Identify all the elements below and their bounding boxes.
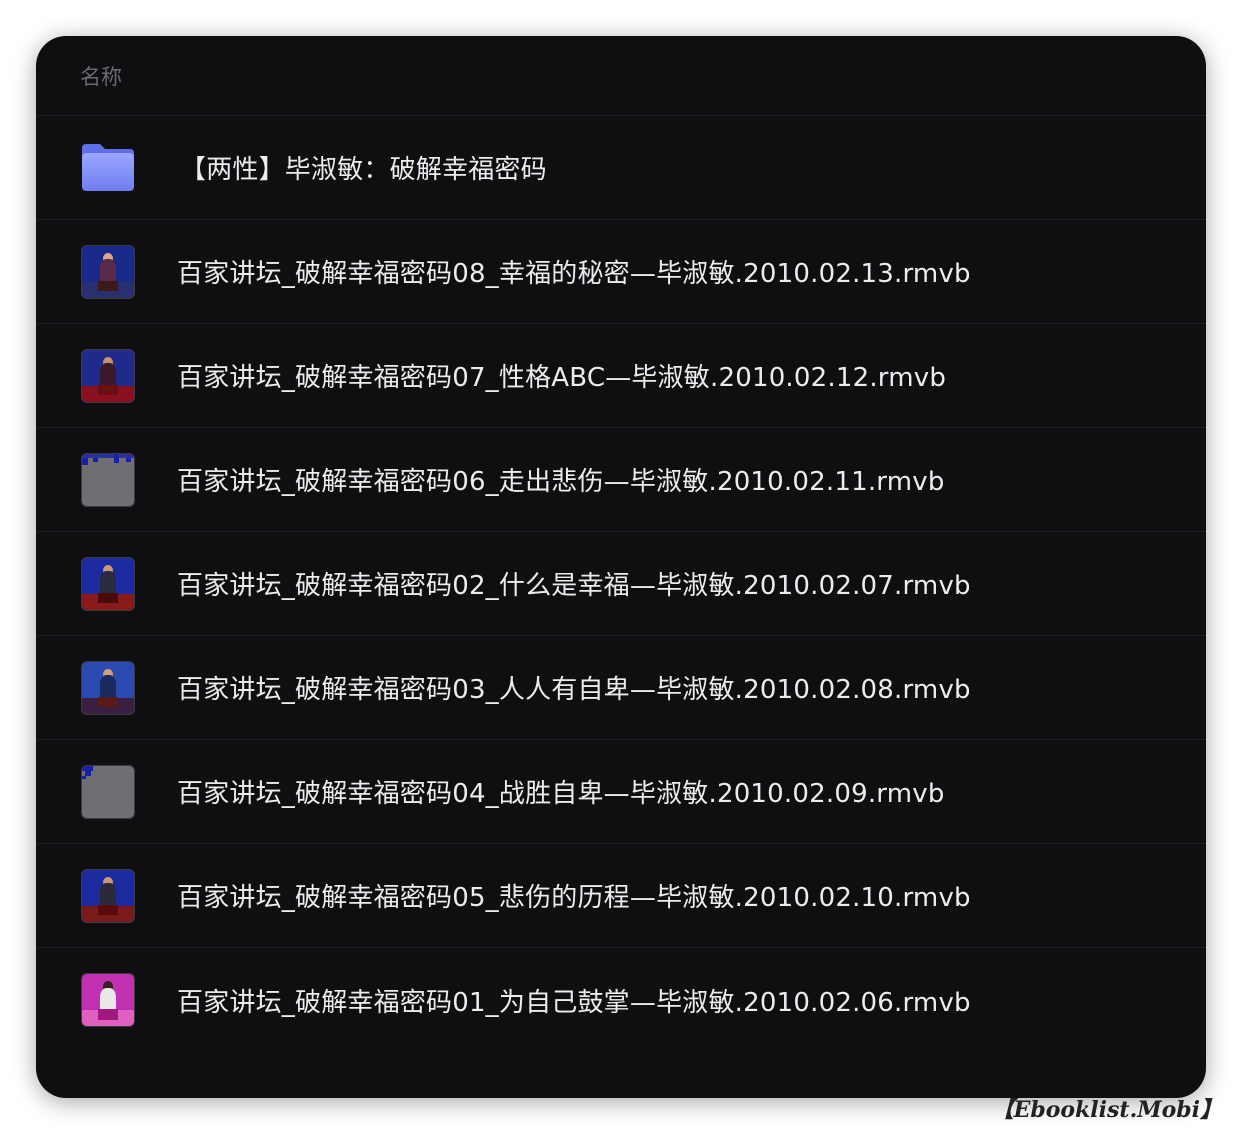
- file-name: 百家讲坛_破解幸福密码05_悲伤的历程—毕淑敏.2010.02.10.rmvb: [177, 883, 971, 913]
- column-header-name[interactable]: 名称: [80, 61, 122, 91]
- folder-name: 【两性】毕淑敏：破解幸福密码: [180, 155, 547, 185]
- file-name: 百家讲坛_破解幸福密码02_什么是幸福—毕淑敏.2010.02.07.rmvb: [177, 571, 971, 601]
- video-thumbnail-icon: [80, 348, 136, 404]
- video-thumbnail-icon: [80, 868, 136, 924]
- file-row[interactable]: 百家讲坛_破解幸福密码01_为自己鼓掌—毕淑敏.2010.02.06.rmvb: [36, 948, 1206, 1052]
- video-thumbnail-icon: [80, 972, 136, 1028]
- file-name: 百家讲坛_破解幸福密码01_为自己鼓掌—毕淑敏.2010.02.06.rmvb: [177, 987, 971, 1018]
- list-header: 名称: [36, 36, 1206, 116]
- file-name: 百家讲坛_破解幸福密码08_幸福的秘密—毕淑敏.2010.02.13.rmvb: [177, 259, 971, 289]
- video-thumbnail-icon: [80, 452, 136, 508]
- file-row[interactable]: 百家讲坛_破解幸福密码08_幸福的秘密—毕淑敏.2010.02.13.rmvb: [36, 220, 1206, 324]
- folder-icon: [80, 140, 136, 196]
- file-row[interactable]: 百家讲坛_破解幸福密码06_走出悲伤—毕淑敏.2010.02.11.rmvb: [36, 428, 1206, 532]
- file-row[interactable]: 百家讲坛_破解幸福密码07_性格ABC—毕淑敏.2010.02.12.rmvb: [36, 324, 1206, 428]
- watermark: 【Ebooklist.Mobi】: [991, 1097, 1222, 1123]
- file-name: 百家讲坛_破解幸福密码04_战胜自卑—毕淑敏.2010.02.09.rmvb: [177, 779, 945, 809]
- file-name: 百家讲坛_破解幸福密码03_人人有自卑—毕淑敏.2010.02.08.rmvb: [177, 675, 971, 705]
- video-thumbnail-icon: [80, 556, 136, 612]
- file-name: 百家讲坛_破解幸福密码06_走出悲伤—毕淑敏.2010.02.11.rmvb: [177, 467, 945, 497]
- file-name: 百家讲坛_破解幸福密码07_性格ABC—毕淑敏.2010.02.12.rmvb: [177, 363, 947, 393]
- file-row[interactable]: 百家讲坛_破解幸福密码02_什么是幸福—毕淑敏.2010.02.07.rmvb: [36, 532, 1206, 636]
- file-row[interactable]: 百家讲坛_破解幸福密码04_战胜自卑—毕淑敏.2010.02.09.rmvb: [36, 740, 1206, 844]
- video-thumbnail-icon: [80, 764, 136, 820]
- folder-row[interactable]: 【两性】毕淑敏：破解幸福密码: [36, 116, 1206, 220]
- file-row[interactable]: 百家讲坛_破解幸福密码05_悲伤的历程—毕淑敏.2010.02.10.rmvb: [36, 844, 1206, 948]
- video-thumbnail-icon: [80, 244, 136, 300]
- file-list-window: 名称 【两性】毕淑敏：破解幸福密码 百家讲坛_破解幸福密码08_幸福的秘密—毕淑…: [36, 36, 1206, 1098]
- video-thumbnail-icon: [80, 660, 136, 716]
- file-row[interactable]: 百家讲坛_破解幸福密码03_人人有自卑—毕淑敏.2010.02.08.rmvb: [36, 636, 1206, 740]
